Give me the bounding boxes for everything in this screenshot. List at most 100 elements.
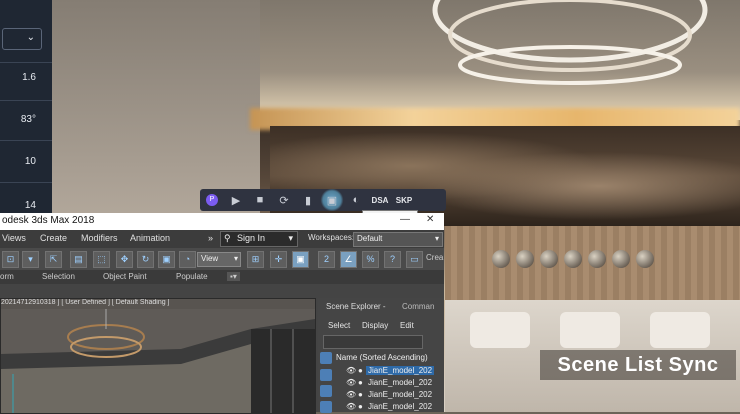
column-header-name[interactable]: Name (Sorted Ascending) xyxy=(336,353,428,362)
send-scenes-button[interactable]: ▣ xyxy=(320,189,344,211)
filter-icon[interactable] xyxy=(320,352,332,364)
ribbon-label-populate[interactable]: Populate xyxy=(176,272,208,281)
place-icon[interactable]: ◔ xyxy=(179,251,196,268)
ribbon-menu-icon[interactable]: ▪▾ xyxy=(227,272,240,281)
angle-snap-icon[interactable]: ∠ xyxy=(340,251,357,268)
filter-icon[interactable] xyxy=(320,385,332,397)
divider xyxy=(0,100,52,101)
dropdown-arrow-icon: ▾ xyxy=(233,254,238,263)
object-icon: ● xyxy=(358,402,363,411)
send-scenes-icon: ▣ xyxy=(326,194,338,207)
scale-icon[interactable]: ▣ xyxy=(158,251,175,268)
value-2: 83° xyxy=(20,114,36,125)
explorer-menu-select[interactable]: Select xyxy=(328,321,350,330)
stop-icon[interactable]: ■ xyxy=(248,189,272,211)
logo-icon[interactable]: P xyxy=(200,189,224,211)
scene-explorer-tab[interactable]: Scene Explorer - xyxy=(326,302,386,315)
eye-icon[interactable]: 👁 xyxy=(346,402,356,411)
select-by-name-icon[interactable]: ▤ xyxy=(70,251,87,268)
explorer-menu-edit[interactable]: Edit xyxy=(400,321,414,330)
select-manipulate-icon[interactable]: ✛ xyxy=(270,251,287,268)
explorer-search-input[interactable] xyxy=(323,335,423,349)
viewport[interactable]: 20214712910318 ] [ User Defined ] [ Defa… xyxy=(0,298,316,414)
moon-4 xyxy=(564,250,582,268)
light-sync-icon[interactable]: ◐ xyxy=(344,189,368,211)
filter-icon[interactable] xyxy=(320,369,332,381)
create-selection-set[interactable]: Crea xyxy=(426,253,443,262)
named-sets-icon[interactable]: ▭ xyxy=(406,251,423,268)
item-name: JianE_model_202 xyxy=(368,390,433,399)
ribbon-labels: orm Selection Object Paint Populate ▪▾ xyxy=(0,270,444,284)
list-item[interactable]: 👁 ● JianE_model_202 xyxy=(336,390,444,400)
left-dropdown[interactable]: ⌄ xyxy=(2,28,42,50)
play-icon[interactable]: ▶ xyxy=(224,189,248,211)
rotate-icon[interactable]: ↻ xyxy=(137,251,154,268)
moon-3 xyxy=(540,250,558,268)
viewport-scene xyxy=(1,309,315,413)
minimize-button[interactable]: — xyxy=(400,214,410,225)
ribbon-label-selection[interactable]: Selection xyxy=(42,272,75,281)
filter-icon[interactable] xyxy=(320,401,332,413)
workspace-value: Default xyxy=(357,234,383,243)
unlink-icon[interactable]: ▾ xyxy=(22,251,39,268)
chandelier xyxy=(432,0,708,85)
sign-in-dropdown[interactable]: ⚲ Sign In ▾ xyxy=(220,231,298,247)
dropdown-arrow-icon: ▾ xyxy=(434,234,439,243)
divider xyxy=(0,62,52,63)
eye-icon[interactable]: 👁 xyxy=(346,378,356,387)
object-icon: ● xyxy=(358,378,363,387)
link-icon[interactable]: ⊡ xyxy=(2,251,19,268)
workspace-select[interactable]: Default ▾ xyxy=(353,232,443,247)
rect-select-icon[interactable]: ⬚ xyxy=(93,251,110,268)
dsa-button[interactable]: DSA xyxy=(368,189,392,211)
workspaces-label: Workspaces: xyxy=(308,233,355,242)
menu-overflow-icon[interactable]: » xyxy=(208,233,213,243)
explorer-menu-display[interactable]: Display xyxy=(362,321,388,330)
skp-button[interactable]: SKP xyxy=(392,189,416,211)
dropdown-arrow-icon: ▾ xyxy=(288,233,293,243)
menu-modifiers[interactable]: Modifiers xyxy=(81,233,118,243)
select-icon[interactable]: ⇱ xyxy=(45,251,62,268)
main-toolbar: ⊡ ▾ ⇱ ▤ ⬚ ✥ ↻ ▣ ◔ View ▾ ⊞ ✛ ▣ 2 ∠ % ? ▭… xyxy=(0,248,444,270)
cushion xyxy=(560,312,620,348)
menu-animation[interactable]: Animation xyxy=(130,233,170,243)
moon-7 xyxy=(636,250,654,268)
camera-icon[interactable]: ▮ xyxy=(296,189,320,211)
menu-create[interactable]: Create xyxy=(40,233,67,243)
moon-1 xyxy=(492,250,510,268)
item-name: JianE_model_202 xyxy=(366,366,435,375)
feature-caption: Scene List Sync xyxy=(540,350,736,380)
window-titlebar: odesk 3ds Max 2018 — ✕ xyxy=(0,213,444,230)
plugin-toolbar: P ▶ ■ ⟳ ▮ ▣ ◐ DSA SKP xyxy=(200,189,446,211)
moon-5 xyxy=(588,250,606,268)
ribbon-label-object-paint[interactable]: Object Paint xyxy=(103,272,147,281)
pivot-icon[interactable]: ⊞ xyxy=(247,251,264,268)
menu-views[interactable]: Views xyxy=(2,233,26,243)
sync-icon[interactable]: ⟳ xyxy=(272,189,296,211)
snaps-toggle-icon[interactable]: 2 xyxy=(318,251,335,268)
viewport-label[interactable]: 20214712910318 ] [ User Defined ] [ Defa… xyxy=(1,299,315,309)
item-name: JianE_model_202 xyxy=(368,378,433,387)
user-icon: ⚲ xyxy=(224,233,231,243)
percent-snap-icon[interactable]: % xyxy=(362,251,379,268)
value-1: 1.6 xyxy=(22,72,36,83)
command-panel-tab[interactable]: Comman xyxy=(402,302,434,315)
divider xyxy=(0,182,52,183)
ribbon-label-form[interactable]: orm xyxy=(0,272,14,281)
eye-icon[interactable]: 👁 xyxy=(346,366,356,375)
view-select-label: View xyxy=(201,254,219,263)
object-icon: ● xyxy=(358,390,363,399)
reference-coord-select[interactable]: View ▾ xyxy=(197,252,241,267)
keyboard-shortcut-icon[interactable]: ▣ xyxy=(292,251,309,268)
list-item[interactable]: 👁 ● JianE_model_202 xyxy=(336,402,444,412)
stone-wall xyxy=(270,126,740,226)
close-button[interactable]: ✕ xyxy=(426,214,434,225)
eye-icon[interactable]: 👁 xyxy=(346,390,356,399)
move-icon[interactable]: ✥ xyxy=(116,251,133,268)
list-item[interactable]: 👁 ● JianE_model_202 xyxy=(336,378,444,388)
value-3: 10 xyxy=(24,156,36,167)
item-name: JianE_model_202 xyxy=(368,402,433,411)
list-item[interactable]: 👁 ● JianE_model_202 xyxy=(336,366,444,376)
cushion xyxy=(650,312,710,348)
spinner-snap-icon[interactable]: ? xyxy=(384,251,401,268)
